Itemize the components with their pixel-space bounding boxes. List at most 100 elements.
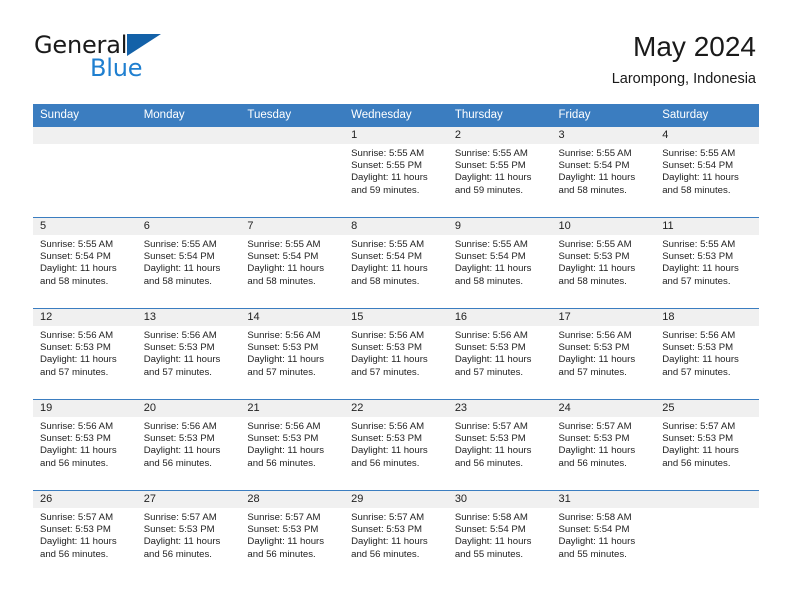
day-number: 8: [344, 218, 448, 235]
day-details: Sunrise: 5:55 AM Sunset: 5:54 PM Daylight:…: [552, 144, 656, 197]
sunset-time: Sunset: 5:53 PM: [143, 433, 215, 445]
weekday-header-friday: Friday: [551, 104, 656, 127]
calendar-grid: Sunday Monday Tuesday Wednesday Thursday…: [33, 104, 759, 581]
title-block: May 2024 Larompong, Indonesia: [612, 30, 756, 88]
calendar-day-cell[interactable]: 18 Sunrise: 5:56 AM Sunset: 5:53 PM Dayligh…: [655, 308, 759, 400]
calendar-day-cell[interactable]: 1 Sunrise: 5:55 AM Sunset: 5:55 PM Daylight…: [344, 127, 448, 218]
page-header: General Blue May 2024 Larompong, Indones…: [0, 0, 792, 104]
calendar-day-cell[interactable]: 6 Sunrise: 5:55 AM Sunset: 5:54 PM Daylight…: [136, 217, 241, 309]
calendar-day-cell[interactable]: 7 Sunrise: 5:55 AM Sunset: 5:54 PM Daylight…: [240, 217, 345, 309]
calendar-day-cell[interactable]: 14 Sunrise: 5:56 AM Sunset: 5:53 PM Dayligh…: [240, 308, 345, 400]
daylight-duration-line2: and 57 minutes.: [662, 366, 731, 378]
day-details: Sunrise: 5:56 AM Sunset: 5:53 PM Daylight:…: [240, 417, 344, 470]
sunrise-time: Sunrise: 5:57 AM: [40, 512, 114, 523]
daylight-duration-line1: Daylight: 11 hours: [143, 263, 221, 275]
daylight-duration-line2: and 57 minutes.: [351, 366, 420, 378]
sunset-time: Sunset: 5:54 PM: [454, 251, 526, 263]
daylight-duration-line2: and 56 minutes.: [40, 457, 109, 469]
calendar-day-cell[interactable]: 10 Sunrise: 5:55 AM Sunset: 5:53 PM Dayligh…: [551, 217, 656, 309]
calendar-day-cell[interactable]: 2 Sunrise: 5:55 AM Sunset: 5:55 PM Daylight…: [447, 127, 552, 218]
sunset-time: Sunset: 5:53 PM: [40, 524, 111, 536]
calendar-day-cell[interactable]: 8 Sunrise: 5:55 AM Sunset: 5:54 PM Daylight…: [344, 217, 448, 309]
sunrise-time: Sunrise: 5:56 AM: [351, 330, 425, 341]
day-number: 13: [136, 309, 241, 326]
calendar-day-cell[interactable]: 24 Sunrise: 5:57 AM Sunset: 5:53 PM Dayligh…: [551, 399, 656, 491]
calendar-day-cell[interactable]: 15 Sunrise: 5:56 AM Sunset: 5:53 PM Dayligh…: [344, 308, 448, 400]
sunset-time: Sunset: 5:53 PM: [558, 433, 630, 445]
daylight-duration-line1: Daylight: 11 hours: [454, 172, 532, 184]
day-number: 29: [344, 491, 448, 508]
calendar-day-cell[interactable]: 16 Sunrise: 5:56 AM Sunset: 5:53 PM Dayligh…: [447, 308, 552, 400]
calendar-day-cell[interactable]: 23 Sunrise: 5:57 AM Sunset: 5:53 PM Dayligh…: [447, 399, 552, 491]
sunrise-time: Sunrise: 5:56 AM: [558, 330, 632, 341]
calendar-day-cell-empty: [33, 127, 137, 218]
calendar-day-cell[interactable]: 17 Sunrise: 5:56 AM Sunset: 5:53 PM Dayligh…: [551, 308, 656, 400]
daylight-duration-line2: and 57 minutes.: [558, 366, 627, 378]
sunset-time: Sunset: 5:53 PM: [247, 433, 319, 445]
daylight-duration-line1: Daylight: 11 hours: [247, 354, 325, 366]
daylight-duration-line2: and 58 minutes.: [40, 275, 109, 287]
sunrise-time: Sunrise: 5:55 AM: [662, 148, 736, 159]
daylight-duration-line2: and 57 minutes.: [662, 275, 731, 287]
calendar-day-cell[interactable]: 27 Sunrise: 5:57 AM Sunset: 5:53 PM Dayligh…: [136, 490, 241, 581]
daylight-duration-line2: and 58 minutes.: [558, 275, 627, 287]
sunset-time: Sunset: 5:54 PM: [662, 160, 734, 172]
daylight-duration-line1: Daylight: 11 hours: [454, 445, 532, 457]
sunset-time: Sunset: 5:53 PM: [247, 342, 319, 354]
calendar-day-cell[interactable]: 22 Sunrise: 5:56 AM Sunset: 5:53 PM Dayligh…: [344, 399, 448, 491]
weekday-header-wednesday: Wednesday: [344, 104, 448, 127]
calendar-day-cell[interactable]: 11 Sunrise: 5:55 AM Sunset: 5:53 PM Dayligh…: [655, 217, 759, 309]
calendar-day-cell[interactable]: 4 Sunrise: 5:55 AM Sunset: 5:54 PM Daylight…: [655, 127, 759, 218]
sunset-time: Sunset: 5:53 PM: [247, 524, 319, 536]
calendar-day-cell[interactable]: 19 Sunrise: 5:56 AM Sunset: 5:53 PM Dayligh…: [33, 399, 137, 491]
day-number: 20: [136, 400, 241, 417]
day-details: Sunrise: 5:55 AM Sunset: 5:53 PM Daylight:…: [655, 235, 759, 288]
calendar-day-cell[interactable]: 3 Sunrise: 5:55 AM Sunset: 5:54 PM Daylight…: [551, 127, 656, 218]
calendar-day-cell[interactable]: 13 Sunrise: 5:56 AM Sunset: 5:53 PM Dayligh…: [136, 308, 241, 400]
calendar-day-cell[interactable]: 29 Sunrise: 5:57 AM Sunset: 5:53 PM Dayligh…: [344, 490, 448, 581]
day-details: Sunrise: 5:55 AM Sunset: 5:54 PM Daylight:…: [137, 235, 241, 288]
calendar-week-row: 26 Sunrise: 5:57 AM Sunset: 5:53 PM Dayligh…: [33, 490, 759, 581]
calendar-day-cell[interactable]: 26 Sunrise: 5:57 AM Sunset: 5:53 PM Dayligh…: [33, 490, 137, 581]
daylight-duration-line1: Daylight: 11 hours: [351, 172, 428, 184]
calendar-day-cell[interactable]: 20 Sunrise: 5:56 AM Sunset: 5:53 PM Dayligh…: [136, 399, 241, 491]
calendar-day-cell[interactable]: 12 Sunrise: 5:56 AM Sunset: 5:53 PM Dayligh…: [33, 308, 137, 400]
sunrise-time: Sunrise: 5:56 AM: [143, 330, 217, 341]
weekday-header-thursday: Thursday: [447, 104, 552, 127]
calendar-week-row: 1 Sunrise: 5:55 AM Sunset: 5:55 PM Daylight…: [33, 127, 759, 218]
calendar-day-cell[interactable]: 5 Sunrise: 5:55 AM Sunset: 5:54 PM Daylight…: [33, 217, 137, 309]
calendar-day-cell[interactable]: 9 Sunrise: 5:55 AM Sunset: 5:54 PM Daylight…: [447, 217, 552, 309]
page-title: May 2024: [633, 31, 756, 62]
day-number: [240, 127, 345, 144]
calendar-day-cell[interactable]: 28 Sunrise: 5:57 AM Sunset: 5:53 PM Dayligh…: [240, 490, 345, 581]
calendar-day-cell[interactable]: 21 Sunrise: 5:56 AM Sunset: 5:53 PM Dayligh…: [240, 399, 345, 491]
day-number: 30: [447, 491, 552, 508]
sunset-time: Sunset: 5:53 PM: [454, 433, 526, 445]
day-number: 28: [240, 491, 345, 508]
daylight-duration-line2: and 58 minutes.: [558, 184, 627, 196]
sunrise-time: Sunrise: 5:56 AM: [662, 330, 736, 341]
sunset-time: Sunset: 5:53 PM: [143, 524, 215, 536]
day-number: 22: [344, 400, 448, 417]
daylight-duration-line1: Daylight: 11 hours: [558, 354, 636, 366]
calendar-day-cell[interactable]: 31 Sunrise: 5:58 AM Sunset: 5:54 PM Dayligh…: [551, 490, 656, 581]
day-number: 23: [447, 400, 552, 417]
day-details: Sunrise: 5:56 AM Sunset: 5:53 PM Daylight:…: [137, 326, 241, 379]
calendar-week-row: 12 Sunrise: 5:56 AM Sunset: 5:53 PM Dayligh…: [33, 308, 759, 400]
daylight-duration-line2: and 56 minutes.: [558, 457, 627, 469]
sunrise-time: Sunrise: 5:55 AM: [143, 239, 217, 250]
day-number: 7: [240, 218, 345, 235]
day-number: 12: [33, 309, 137, 326]
daylight-duration-line2: and 56 minutes.: [351, 548, 420, 560]
daylight-duration-line1: Daylight: 11 hours: [558, 172, 636, 184]
day-details: Sunrise: 5:56 AM Sunset: 5:53 PM Daylight:…: [240, 326, 344, 379]
daylight-duration-line1: Daylight: 11 hours: [40, 445, 117, 457]
general-blue-logo[interactable]: General Blue: [34, 32, 234, 86]
calendar-day-cell[interactable]: 25 Sunrise: 5:57 AM Sunset: 5:53 PM Dayligh…: [655, 399, 759, 491]
sunset-time: Sunset: 5:54 PM: [558, 160, 630, 172]
day-number: 26: [33, 491, 137, 508]
sunrise-time: Sunrise: 5:56 AM: [40, 330, 114, 341]
day-details: Sunrise: 5:55 AM Sunset: 5:54 PM Daylight:…: [448, 235, 552, 288]
sunset-time: Sunset: 5:54 PM: [351, 251, 423, 263]
calendar-day-cell[interactable]: 30 Sunrise: 5:58 AM Sunset: 5:54 PM Dayligh…: [447, 490, 552, 581]
